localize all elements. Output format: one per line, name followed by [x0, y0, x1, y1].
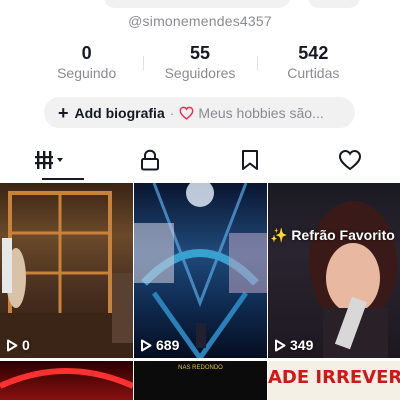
video-overlay-title: ✨ Refrão Favorito [270, 227, 395, 243]
stat-likes-label: Curtidas [287, 65, 340, 81]
video-thumbnail[interactable]: ADE IRREVER [268, 361, 400, 400]
stat-followers-count: 55 [189, 43, 210, 63]
view-count-value: 349 [290, 337, 314, 353]
plus-icon: + [58, 102, 69, 123]
view-count-value: 0 [22, 337, 30, 353]
edit-profile-button[interactable] [104, 0, 290, 8]
stat-likes-count: 542 [298, 43, 329, 63]
heart-icon [338, 149, 362, 176]
video-overlay-title: NAS REDONDO [178, 365, 223, 371]
heart-outline-icon [179, 106, 194, 120]
view-count-value: 689 [156, 337, 180, 353]
bookmark-icon [241, 149, 259, 176]
play-icon [275, 339, 286, 351]
tab-private[interactable] [100, 142, 200, 182]
profile-tabs [0, 142, 400, 182]
username: @simonemendes4357 [128, 13, 272, 29]
stat-following-count: 0 [81, 43, 92, 63]
tab-videos[interactable] [0, 142, 100, 182]
video-thumbnail-image [309, 201, 397, 358]
video-thumbnail-image [134, 183, 267, 358]
view-count: 689 [140, 337, 179, 353]
bio-separator: · [169, 104, 175, 121]
stat-followers-label: Seguidores [164, 65, 236, 81]
video-thumbnail-image [0, 191, 133, 358]
video-thumbnail[interactable] [0, 361, 133, 400]
add-bio-label: Add biografia [74, 104, 165, 121]
play-icon [141, 339, 152, 351]
video-grid: 0 689 ✨ Refrão Favorito 349 NAS REDONDO … [0, 183, 400, 400]
stat-following-label: Seguindo [57, 65, 117, 81]
video-overlay-title: ADE IRREVER [268, 367, 400, 388]
tab-favorites[interactable] [200, 142, 300, 182]
lock-icon [140, 149, 160, 176]
share-profile-button[interactable] [308, 0, 360, 8]
play-icon [7, 339, 18, 351]
stats-row: 0 Seguindo 55 Seguidores 542 Curtidas [30, 42, 370, 84]
video-thumbnail[interactable]: ✨ Refrão Favorito 349 [268, 183, 400, 358]
view-count: 0 [6, 337, 30, 353]
active-tab-indicator [42, 178, 84, 180]
video-thumbnail[interactable]: NAS REDONDO [134, 361, 267, 400]
video-thumbnail-image [0, 368, 133, 389]
view-count: 349 [274, 337, 313, 353]
stat-likes[interactable]: 542 Curtidas [256, 42, 370, 84]
stat-following[interactable]: 0 Seguindo [30, 42, 143, 84]
add-bio-button[interactable]: + Add biografia · Meus hobbies são... [44, 97, 355, 128]
tab-liked[interactable] [300, 142, 400, 182]
stat-followers[interactable]: 55 Seguidores [143, 42, 256, 84]
grid-videos-icon [34, 149, 66, 176]
video-thumbnail[interactable]: 0 [0, 183, 133, 358]
video-thumbnail[interactable]: 689 [134, 183, 267, 358]
hobbies-label: Meus hobbies são... [198, 104, 324, 121]
